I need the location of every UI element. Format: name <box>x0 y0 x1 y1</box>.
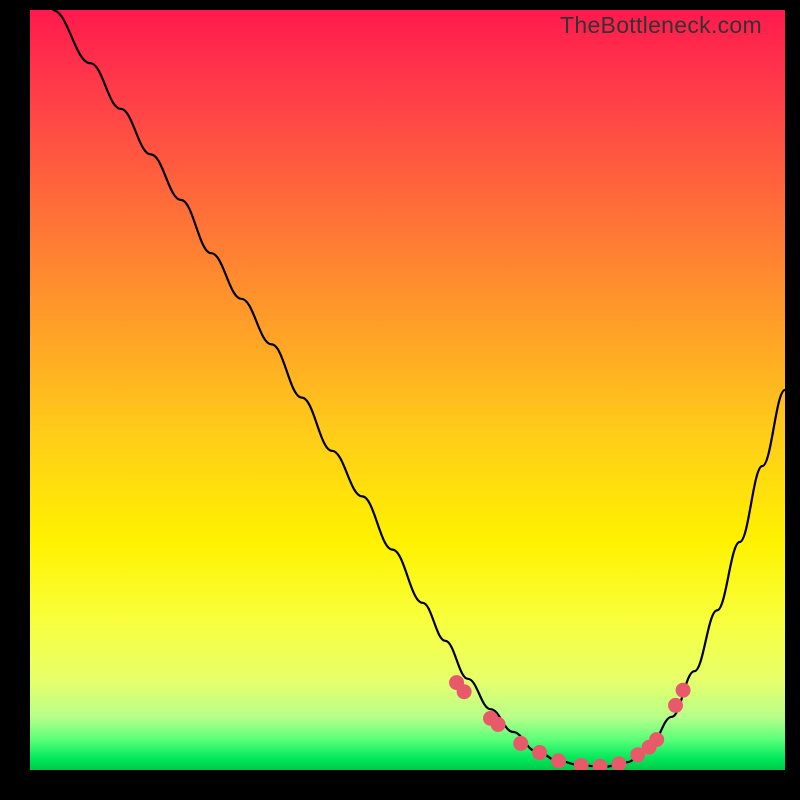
data-point <box>676 683 691 698</box>
data-point <box>491 717 506 732</box>
curve-markers <box>449 675 691 770</box>
data-point <box>611 756 626 770</box>
data-point <box>574 758 589 770</box>
curve-line <box>53 10 785 767</box>
data-point <box>668 698 683 713</box>
data-point <box>513 736 528 751</box>
data-point <box>551 753 566 768</box>
chart-svg <box>30 10 785 770</box>
watermark-text: TheBottleneck.com <box>560 12 762 39</box>
data-point <box>649 732 664 747</box>
data-point <box>532 745 547 760</box>
data-point <box>457 684 472 699</box>
data-point <box>593 759 608 770</box>
